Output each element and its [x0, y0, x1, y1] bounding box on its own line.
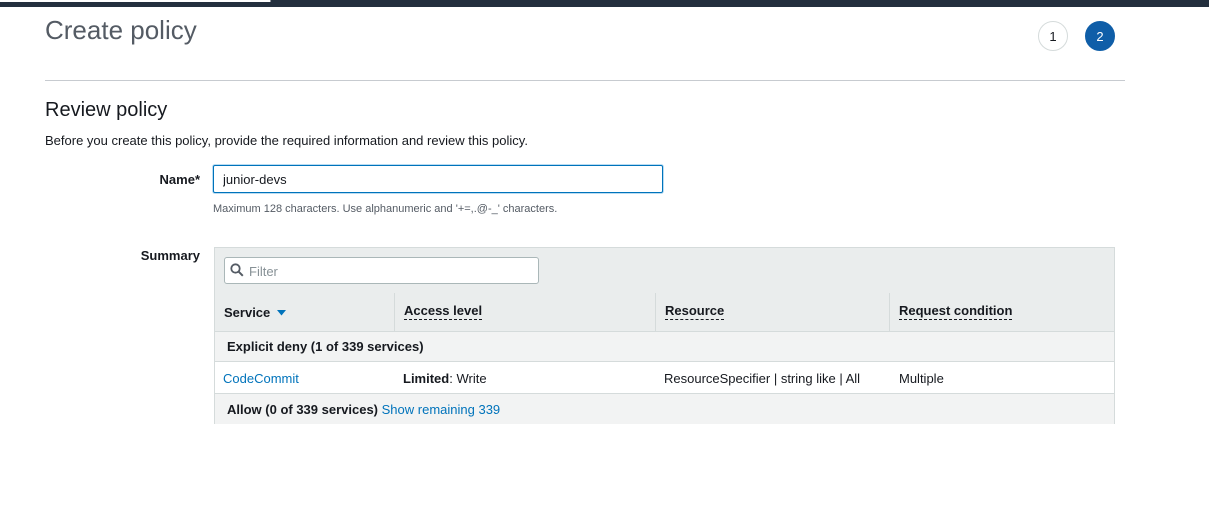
access-level-bold: Limited	[403, 370, 450, 386]
column-label-request-condition: Request condition	[899, 303, 1013, 320]
show-remaining-link[interactable]: Show remaining 339	[382, 402, 501, 417]
top-nav-bar	[0, 0, 1209, 7]
allow-group-label: Allow (0 of 339 services)	[227, 401, 379, 417]
service-link-codecommit[interactable]: CodeCommit	[223, 371, 299, 386]
policy-name-input[interactable]	[213, 165, 663, 193]
browser-tab-edge	[0, 0, 271, 2]
name-label: Name*	[159, 172, 200, 187]
column-label-service: Service	[224, 304, 271, 320]
step-1-indicator[interactable]: 1	[1038, 21, 1068, 51]
column-header-service[interactable]: Service	[215, 293, 395, 331]
request-condition-cell: Multiple	[899, 370, 944, 386]
section-description: Before you create this policy, provide t…	[45, 133, 528, 148]
table-row: CodeCommit Limited: Write ResourceSpecif…	[215, 363, 1114, 394]
column-header-access-level[interactable]: Access level	[395, 293, 656, 331]
resource-cell: ResourceSpecifier | string like | All	[664, 370, 861, 386]
step-2-indicator[interactable]: 2	[1085, 21, 1115, 51]
header-divider	[45, 80, 1125, 81]
explicit-deny-label: Explicit deny (1 of 339 services)	[227, 339, 424, 354]
column-label-resource: Resource	[665, 303, 725, 320]
access-level-cell: Limited: Write	[403, 363, 487, 393]
name-hint: Maximum 128 characters. Use alphanumeric…	[213, 203, 558, 215]
summary-label: Summary	[140, 248, 200, 263]
page-title: Create policy	[45, 15, 197, 45]
section-title: Review policy	[45, 99, 168, 121]
column-header-request-condition[interactable]: Request condition	[890, 293, 1114, 331]
search-icon	[230, 263, 244, 277]
column-label-access-level: Access level	[404, 303, 483, 320]
filter-field[interactable]	[224, 257, 539, 284]
summary-table: Service Access level Resource Request co…	[214, 247, 1115, 424]
allow-group-row: Allow (0 of 339 services) Show remaining…	[215, 394, 1114, 424]
sort-descending-icon	[277, 310, 287, 316]
access-level-rest: : Write	[449, 370, 487, 386]
column-header-resource[interactable]: Resource	[656, 293, 890, 331]
explicit-deny-group-row: Explicit deny (1 of 339 services)	[215, 332, 1114, 362]
filter-input[interactable]	[247, 261, 536, 282]
table-header: Service Access level Resource Request co…	[215, 293, 1114, 332]
filter-bar	[215, 248, 1114, 294]
